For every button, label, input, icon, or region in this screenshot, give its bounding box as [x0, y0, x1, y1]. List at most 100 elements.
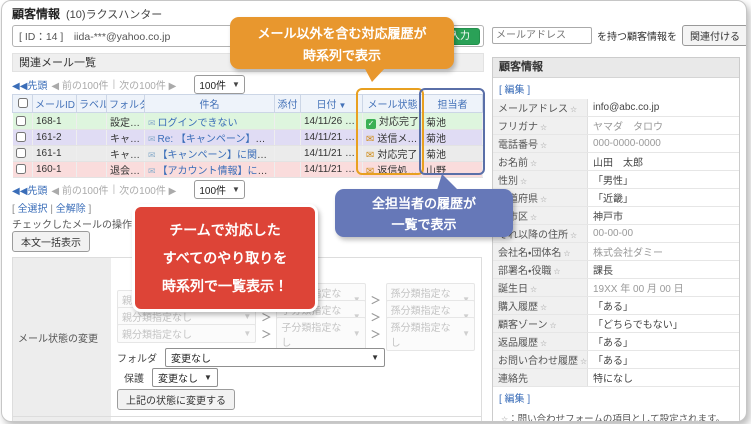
customer-info-title: 顧客情報 [493, 58, 739, 78]
col-label[interactable]: ラベル [76, 94, 107, 113]
callout-orange-line: 時系列で表示 [302, 47, 381, 63]
bracket: ] [88, 204, 92, 215]
apply-state-button[interactable]: 上記の状態に変更する [117, 389, 235, 410]
select-none-link[interactable]: 全解除 [56, 204, 86, 215]
row-checkbox[interactable] [15, 132, 26, 143]
field-value: 神戸市 [587, 206, 739, 225]
per-page-select[interactable]: 100件 ▼ [194, 74, 245, 94]
status-mail-icon: ✉ [366, 134, 375, 145]
customer-id-text: [ ID：14 ] iida-***@yahoo.co.jp [19, 30, 171, 43]
row-checkbox[interactable] [15, 115, 26, 126]
field-row: 誕生日 ☆ 19XX 年 00 月 00 日 [493, 278, 739, 297]
field-value: 山田 太郎 [587, 152, 739, 171]
mail-date: 14/11/21 21:47 [300, 129, 363, 146]
chevron-right-icon: ＞ [261, 330, 272, 341]
chevron-down-icon: ▼ [371, 352, 379, 362]
callout-red-line: 時系列で一覧表示！ [162, 278, 288, 294]
mail-owner: 菊池 [422, 112, 483, 130]
pagination-next[interactable]: 次の100件 ▶ [119, 182, 176, 197]
select-all-checkbox[interactable] [17, 98, 28, 109]
field-row: 連絡先 特になし [493, 368, 739, 387]
field-value: 特になし [587, 368, 739, 387]
table-header-row: メールID ラベル フォルダ 件名 添付 日付▼ メール状態 担当者 [12, 94, 483, 113]
per-page-select[interactable]: 100件 ▼ [194, 179, 245, 199]
select-all-link[interactable]: 全選択 [18, 204, 48, 215]
link-customer-button[interactable]: 関連付ける [682, 24, 746, 46]
mail-folder: キャン… [106, 145, 145, 162]
chevron-down-icon: ▼ [243, 329, 252, 338]
mail-attachment [274, 129, 301, 146]
col-attachment[interactable]: 添付 [274, 94, 301, 113]
mail-id: 168-1 [32, 112, 77, 130]
link-customer-row: を持つ顧客情報を 関連付ける [492, 24, 746, 46]
row-checkbox[interactable] [15, 148, 26, 159]
separator: | [50, 204, 53, 215]
first-page-icon: ◀◀ [12, 185, 28, 197]
field-value: 19XX 年 00 月 00 日 [587, 278, 739, 297]
col-subject[interactable]: 件名 [144, 94, 275, 113]
form-item-marker-icon: ☆ [570, 105, 578, 114]
field-row: メールアドレス ☆ info@abc.co.jp [493, 99, 739, 117]
child-category-select[interactable]: 子分類指定なし▼ [276, 316, 366, 351]
grand-category-select[interactable]: 孫分類指定なし▼ [385, 316, 475, 351]
protect-select[interactable]: 変更なし ▼ [152, 367, 218, 387]
pagination-prev[interactable]: ◀ 前の100件 [51, 77, 108, 92]
mail-label [76, 161, 107, 178]
form-item-marker-icon: ☆ [580, 357, 588, 366]
mail-owner: 菊池 [422, 129, 483, 146]
field-value: 「ある」 [587, 296, 739, 315]
field-row: 返品履歴 ☆ 「ある」 [493, 332, 739, 351]
form-item-marker-icon: ☆ [540, 195, 548, 204]
mail-subject-link[interactable]: Re: 【キャンペーン】に関するお問合… [158, 134, 274, 145]
parent-category-select[interactable]: 親分類指定なし▼ [117, 324, 257, 343]
bracket: [ [12, 204, 15, 215]
mail-subject-link[interactable]: ログインできない [158, 118, 238, 129]
mail-row[interactable]: 160-1 退会依頼 ✉【アカウント情報】に関するお問合… 14/11/21 2… [12, 161, 483, 178]
mail-folder: キャン… [106, 129, 145, 146]
col-owner[interactable]: 担当者 [422, 94, 483, 113]
mail-subject-link[interactable]: 【キャンペーン】に関するお問合わせ [158, 150, 274, 161]
bulk-body-view-button[interactable]: 本文一括表示 [12, 231, 90, 252]
trash-ops-label: ゴミ箱メールの操作 [12, 416, 111, 421]
row-checkbox[interactable] [15, 164, 26, 175]
edit-link-bottom[interactable]: [ 編集 ] [493, 387, 739, 408]
pagination-prev[interactable]: ◀ 前の100件 [51, 182, 108, 197]
col-mail-status[interactable]: メール状態 [362, 94, 423, 113]
col-date[interactable]: 日付 ▼ [300, 94, 363, 113]
customer-info-box: 顧客情報 [ 編集 ] メールアドレス ☆ info@abc.co.jp フリガナ ☆… [492, 57, 740, 421]
mail-subject-icon: ✉ [148, 117, 156, 128]
mail-subject-icon: ✉ [148, 134, 156, 144]
callout-tail [364, 67, 386, 82]
field-value: 「近畿」 [587, 188, 739, 207]
mail-row[interactable]: 168-1 設定・… ✉ログインできない 14/11/26 14:27 ✓対応完… [12, 112, 483, 130]
chevron-right-icon: ＞ [370, 313, 381, 324]
mail-row[interactable]: 161-2 キャン… ✉Re: 【キャンペーン】に関するお問合… 14/11/2… [12, 129, 483, 146]
chevron-right-icon: ＞ [370, 296, 381, 307]
mail-address-input[interactable] [492, 26, 592, 44]
pagination-first-link[interactable]: ◀◀先頭 [12, 182, 47, 197]
form-item-marker-icon: ☆ [520, 177, 528, 186]
page-title: 顧客情報 [12, 7, 61, 21]
mail-subject-link[interactable]: 【アカウント情報】に関するお問合… [158, 166, 274, 177]
callout-red-line: チームで対応した [169, 222, 281, 238]
status-done-icon: ✓ [366, 119, 376, 129]
pagination-separator: | [112, 183, 116, 195]
pagination-next[interactable]: 次の100件 ▶ [119, 77, 176, 92]
mail-date: 14/11/21 21:43 [300, 161, 363, 178]
col-mail-id[interactable]: メールID [32, 94, 77, 113]
folder-select[interactable]: 変更なし ▼ [165, 347, 385, 367]
pagination-first-link[interactable]: ◀◀先頭 [12, 77, 47, 92]
edit-link-top[interactable]: [ 編集 ] [493, 78, 739, 99]
chevron-down-icon: ▼ [232, 184, 240, 194]
field-value: 00-00-00 [587, 224, 739, 243]
form-item-marker-icon: ☆ [530, 285, 538, 294]
form-item-marker-icon: ☆ [570, 231, 578, 240]
mail-row[interactable]: 161-1 キャン… ✉【キャンペーン】に関するお問合わせ 14/11/21 2… [12, 145, 483, 162]
mail-status: 対応完了 [377, 150, 418, 161]
mail-folder: 設定・… [106, 112, 145, 130]
mail-label [76, 112, 107, 130]
col-folder[interactable]: フォルダ [106, 94, 145, 113]
callout-orange-line: メール以外を含む対応履歴が [257, 25, 427, 41]
field-row: お名前 ☆ 山田 太郎 [493, 152, 739, 171]
first-page-icon: ◀◀ [12, 80, 28, 92]
